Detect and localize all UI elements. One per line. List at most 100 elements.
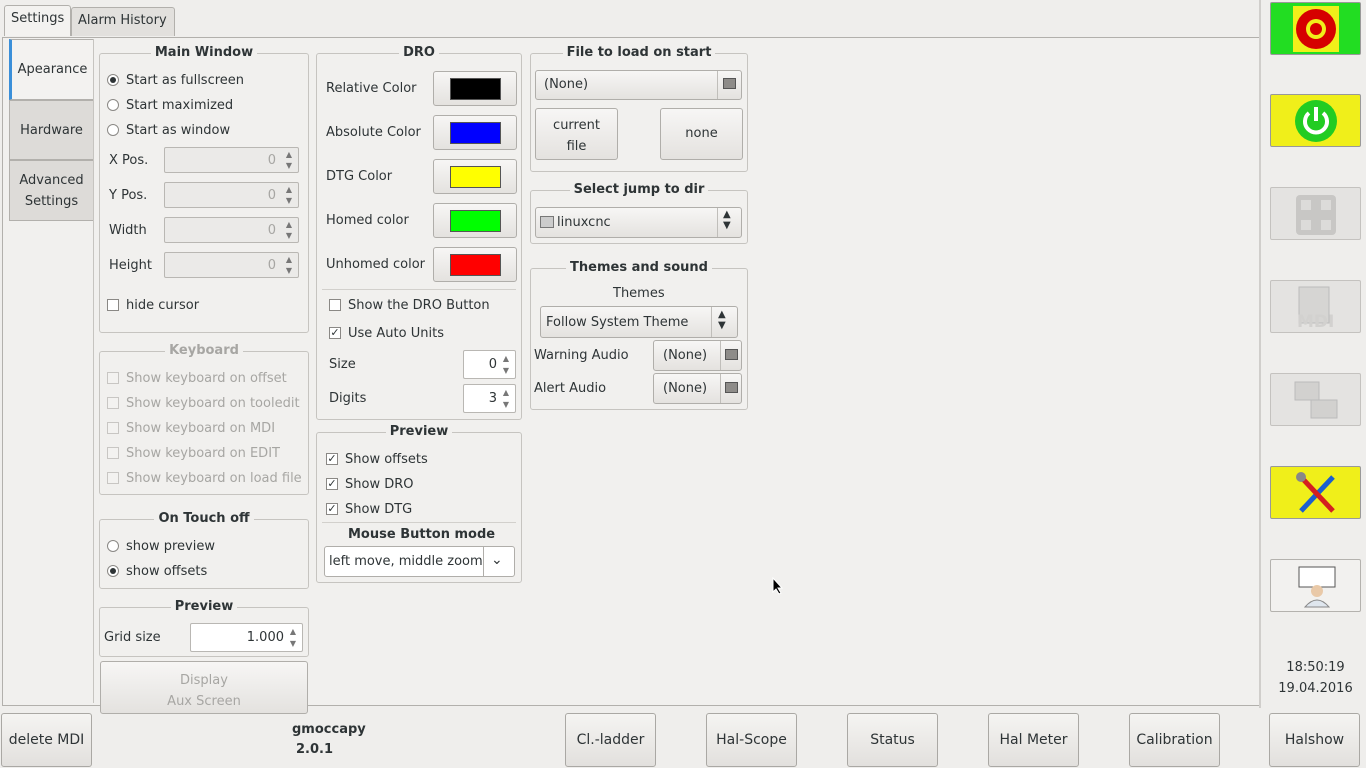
preview-show-dtg-label: Show DTG xyxy=(345,502,413,517)
show-offsets-label: show offsets xyxy=(126,564,208,579)
themes-title: Themes and sound xyxy=(566,260,712,275)
unhomed-color-label: Unhomed color xyxy=(326,257,426,272)
show-offsets-checkbox[interactable]: ✓ xyxy=(326,453,338,465)
kb-offset-label: Show keyboard on offset xyxy=(126,371,287,386)
show-offsets-radio[interactable] xyxy=(107,565,119,577)
jump-dir-combo[interactable]: linuxcnc ▲ ▼ xyxy=(535,207,742,238)
dtg-color-label: DTG Color xyxy=(326,169,393,184)
kb-loadfile-label: Show keyboard on load file xyxy=(126,471,302,486)
size-spinner[interactable]: 0 ▲ ▼ xyxy=(463,350,516,379)
chevron-down-icon: ⌄ xyxy=(491,552,503,568)
height-spinner[interactable]: 0 ▲ ▼ xyxy=(164,252,299,278)
hal-scope-button[interactable]: Hal-Scope xyxy=(706,713,797,767)
width-spinner[interactable]: 0 ▲ ▼ xyxy=(164,217,299,243)
folder-icon xyxy=(725,382,738,393)
status-button[interactable]: Status xyxy=(847,713,938,767)
jump-dir-title: Select jump to dir xyxy=(569,182,709,197)
auto-units-label: Use Auto Units xyxy=(348,326,444,341)
size-label: Size xyxy=(329,357,356,372)
hal-meter-button[interactable]: Hal Meter xyxy=(988,713,1079,767)
warning-audio-chooser[interactable]: (None) xyxy=(653,340,742,371)
mdi-mode-button[interactable]: MDI xyxy=(1270,280,1361,333)
tab-alarm-history[interactable]: Alarm History xyxy=(71,7,175,36)
display-aux-screen-button[interactable]: Display Aux Screen xyxy=(100,661,308,714)
window-radio[interactable] xyxy=(107,124,119,136)
show-preview-label: show preview xyxy=(126,539,215,554)
auto-mode-button[interactable] xyxy=(1270,373,1361,426)
settings-button[interactable] xyxy=(1270,466,1361,519)
folder-icon xyxy=(725,349,738,360)
relative-color-button[interactable] xyxy=(433,71,517,106)
auto-icon xyxy=(1294,381,1338,419)
tab-advanced-settings[interactable]: Advanced Settings xyxy=(9,160,94,221)
current-file-button[interactable]: current file xyxy=(535,108,618,160)
window-label: Start as window xyxy=(126,123,231,138)
relative-color-label: Relative Color xyxy=(326,81,417,96)
up-down-arrows-icon: ▲ ▼ xyxy=(718,309,726,331)
app-name: gmoccapy xyxy=(292,722,366,737)
digits-label: Digits xyxy=(329,391,367,406)
clock-date: 19.04.2016 xyxy=(1278,681,1353,696)
tab-settings[interactable]: Settings xyxy=(4,5,71,36)
delete-mdi-button[interactable]: delete MDI xyxy=(1,713,92,767)
up-down-arrows-icon: ▲ ▼ xyxy=(723,209,731,231)
auto-units-checkbox[interactable]: ✓ xyxy=(329,327,341,339)
grid-size-spinner[interactable]: 1.000 ▲ ▼ xyxy=(190,623,303,652)
jog-icon xyxy=(1296,195,1336,235)
maximized-radio[interactable] xyxy=(107,99,119,111)
homed-color-label: Homed color xyxy=(326,213,409,228)
none-button[interactable]: none xyxy=(660,108,743,160)
keyboard-title: Keyboard xyxy=(165,343,243,358)
touch-off-title: On Touch off xyxy=(154,511,254,526)
hide-cursor-checkbox[interactable] xyxy=(107,299,119,311)
tab-hardware[interactable]: Hardware xyxy=(9,100,94,160)
halshow-button[interactable]: Halshow xyxy=(1269,713,1360,767)
main-window-title: Main Window xyxy=(150,45,258,60)
kb-edit-checkbox[interactable] xyxy=(107,447,119,459)
classic-ladder-button[interactable]: Cl.-ladder xyxy=(565,713,656,767)
theme-combo[interactable]: Follow System Theme ▲ ▼ xyxy=(540,306,738,338)
warning-audio-label: Warning Audio xyxy=(534,348,629,363)
absolute-color-swatch xyxy=(450,122,501,144)
absolute-color-button[interactable] xyxy=(433,115,517,150)
user-tabs-button[interactable] xyxy=(1270,559,1361,612)
y-pos-label: Y Pos. xyxy=(109,188,148,203)
app-version: 2.0.1 xyxy=(296,742,334,757)
preview-show-offsets-label: Show offsets xyxy=(345,452,428,467)
tab-appearance[interactable]: Apearance xyxy=(9,39,94,100)
file-chooser-button[interactable]: (None) xyxy=(535,70,742,100)
settings-tools-icon xyxy=(1296,472,1335,513)
preview-title: Preview xyxy=(385,424,453,439)
folder-icon xyxy=(723,78,736,89)
show-dro-button-checkbox[interactable] xyxy=(329,299,341,311)
mouse-cursor-icon xyxy=(772,577,784,595)
x-pos-label: X Pos. xyxy=(109,153,149,168)
unhomed-color-button[interactable] xyxy=(433,247,517,282)
mouse-mode-combo[interactable]: left move, middle zoom ⌄ xyxy=(324,546,515,577)
estop-button[interactable] xyxy=(1270,2,1361,55)
show-preview-radio[interactable] xyxy=(107,540,119,552)
dtg-color-button[interactable] xyxy=(433,159,517,194)
unhomed-color-swatch xyxy=(450,254,501,276)
mdi-icon: MDI xyxy=(1297,286,1334,331)
digits-spinner[interactable]: 3 ▲ ▼ xyxy=(463,384,516,413)
maximized-label: Start maximized xyxy=(126,98,234,113)
y-pos-spinner[interactable]: 0 ▲ ▼ xyxy=(164,182,299,208)
kb-loadfile-checkbox[interactable] xyxy=(107,472,119,484)
manual-mode-button[interactable] xyxy=(1270,187,1361,240)
show-dtg-checkbox[interactable]: ✓ xyxy=(326,503,338,515)
alert-audio-chooser[interactable]: (None) xyxy=(653,373,742,404)
home-folder-icon xyxy=(540,216,554,228)
svg-text:MDI: MDI xyxy=(1297,312,1334,331)
x-pos-spinner[interactable]: 0 ▲ ▼ xyxy=(164,147,299,173)
machine-power-button[interactable] xyxy=(1270,94,1361,147)
kb-mdi-checkbox[interactable] xyxy=(107,422,119,434)
homed-color-button[interactable] xyxy=(433,203,517,238)
show-dro-checkbox[interactable]: ✓ xyxy=(326,478,338,490)
kb-offset-checkbox[interactable] xyxy=(107,372,119,384)
kb-tooledit-checkbox[interactable] xyxy=(107,397,119,409)
preview-grid-title: Preview xyxy=(170,599,238,614)
fullscreen-radio[interactable] xyxy=(107,74,119,86)
grid-size-label: Grid size xyxy=(104,630,161,645)
calibration-button[interactable]: Calibration xyxy=(1129,713,1220,767)
